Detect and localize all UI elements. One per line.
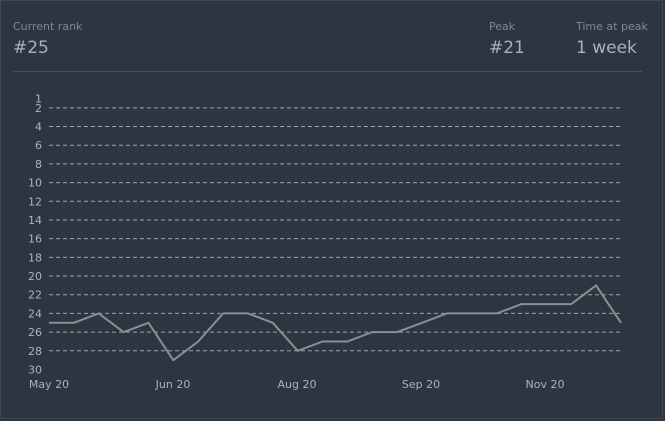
series-line-0	[49, 284, 622, 362]
series-lines	[49, 284, 622, 362]
y-tick-label: 6	[35, 139, 42, 152]
y-tick-label: 30	[28, 364, 42, 377]
x-axis-ticks: May 20 Jun 20 Aug 20 Sep 20 Nov 20	[29, 378, 565, 391]
y-tick-label: 12	[28, 195, 42, 208]
grid-lines	[49, 107, 621, 352]
y-axis-ticks: 124681012141618202224262830	[28, 93, 42, 377]
x-tick-label: May 20	[29, 378, 69, 391]
y-tick-label: 10	[28, 177, 42, 190]
y-tick-label: 14	[28, 214, 42, 227]
x-tick-label: Jun 20	[155, 378, 191, 391]
x-tick-label: Nov 20	[526, 378, 565, 391]
x-tick-label: Aug 20	[278, 378, 317, 391]
x-tick-label: Sep 20	[402, 378, 440, 391]
y-tick-label: 28	[28, 345, 42, 358]
y-tick-label: 18	[28, 251, 42, 264]
y-tick-label: 16	[28, 233, 42, 246]
y-tick-label: 2	[35, 102, 42, 115]
rank-chart: 124681012141618202224262830 May 20 Jun 20…	[28, 93, 622, 391]
y-tick-label: 4	[35, 121, 42, 134]
y-tick-label: 22	[28, 289, 42, 302]
y-tick-label: 20	[28, 270, 42, 283]
y-tick-label: 8	[35, 158, 42, 171]
y-tick-label: 26	[28, 326, 42, 339]
y-tick-label: 24	[28, 307, 42, 320]
